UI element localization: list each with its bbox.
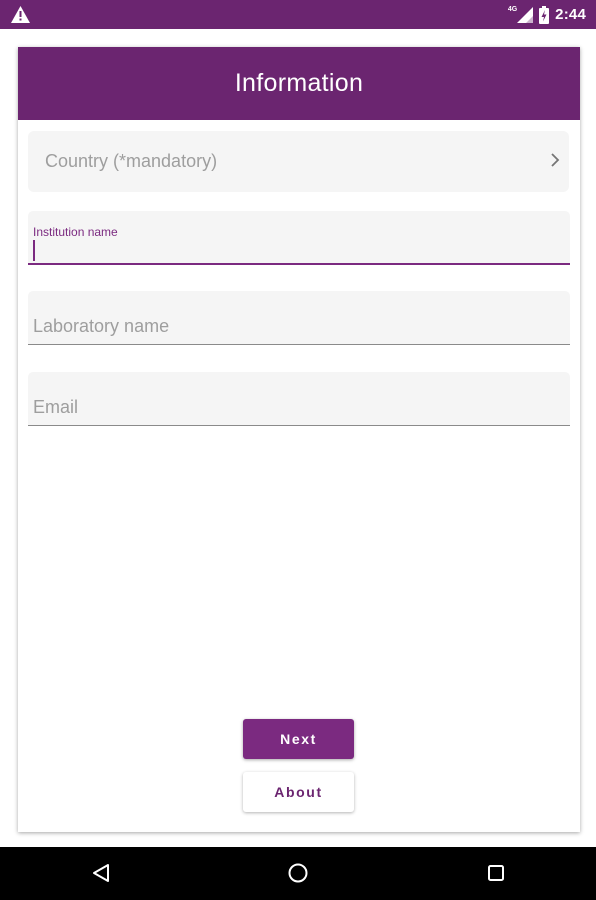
email-placeholder: Email <box>33 397 79 417</box>
status-bar: 4G 2:44 <box>0 0 596 29</box>
laboratory-name-placeholder: Laboratory name <box>33 316 170 336</box>
laboratory-name-field[interactable]: Laboratory name <box>28 291 570 345</box>
institution-name-field[interactable]: Institution name <box>28 211 570 265</box>
country-label: Country (*mandatory) <box>45 151 218 171</box>
information-card: Information Country (*mandatory) Institu… <box>18 47 580 832</box>
email-field[interactable]: Email <box>28 372 570 426</box>
text-cursor <box>33 240 35 261</box>
next-button[interactable]: Next <box>243 719 354 759</box>
page-title: Information <box>234 69 364 97</box>
network-type-label: 4G <box>507 6 518 13</box>
status-icons: 4G 2:44 <box>508 5 586 24</box>
back-icon[interactable] <box>89 861 113 885</box>
recents-icon[interactable] <box>484 861 508 885</box>
battery-icon <box>539 5 550 24</box>
card-header: Information <box>18 47 580 120</box>
about-button[interactable]: About <box>243 772 354 812</box>
institution-name-label: Institution name <box>33 225 118 239</box>
country-selector[interactable]: Country (*mandatory) <box>28 131 569 192</box>
warning-icon <box>11 6 30 23</box>
status-time: 2:44 <box>555 6 586 23</box>
home-icon[interactable] <box>286 861 310 885</box>
signal-icon <box>517 6 534 23</box>
navigation-bar <box>0 847 596 900</box>
chevron-right-icon <box>551 153 560 167</box>
